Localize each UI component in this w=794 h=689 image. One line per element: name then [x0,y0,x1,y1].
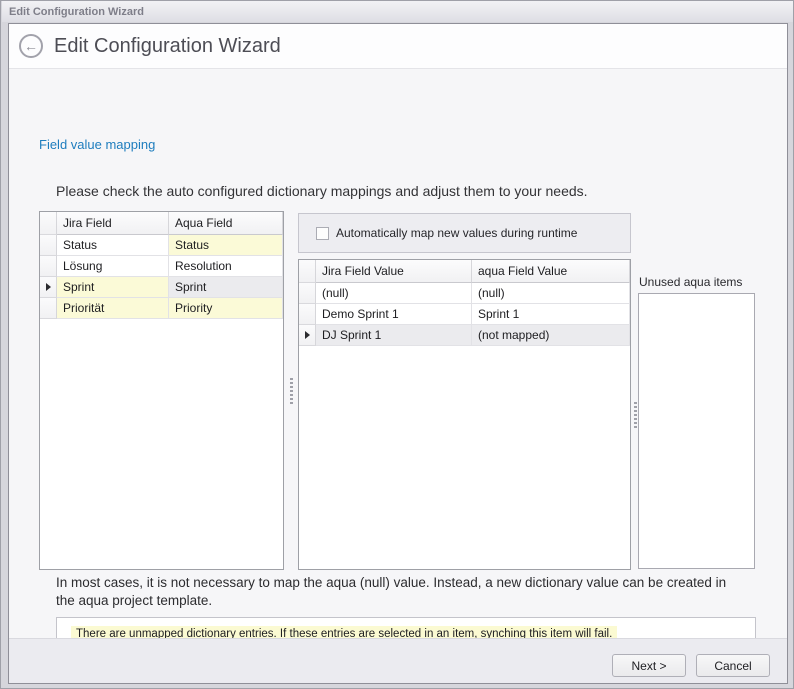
value-grid-header-row: Jira Field Value aqua Field Value [299,260,630,283]
table-row[interactable]: Status Status [40,235,283,256]
next-button[interactable]: Next > [612,654,686,677]
field-grid-header-row: Jira Field Aqua Field [40,212,283,235]
field-mapping-grid: Jira Field Aqua Field Status Status Lösu… [39,211,284,570]
cancel-button[interactable]: Cancel [696,654,770,677]
cell-aqua-field[interactable]: Resolution [169,256,283,277]
note-text: In most cases, it is not necessary to ma… [56,574,748,610]
cell-aqua-field-value[interactable]: Sprint 1 [472,304,630,325]
cell-aqua-field-value[interactable]: (null) [472,283,630,304]
cell-aqua-field[interactable]: Priority [169,298,283,319]
table-row[interactable]: Lösung Resolution [40,256,283,277]
current-row-arrow-icon [305,331,310,339]
back-button[interactable]: ← [19,34,43,58]
row-indicator [40,298,57,319]
column-header-jira-field[interactable]: Jira Field [57,212,169,235]
table-row[interactable]: DJ Sprint 1 (not mapped) [299,325,630,346]
vertical-splitter[interactable] [285,211,297,570]
row-indicator [40,235,57,256]
row-indicator [299,325,316,346]
section-title: Field value mapping [39,137,155,152]
splitter-grip-icon [634,402,637,428]
instruction-text: Please check the auto configured diction… [56,183,588,199]
wizard-footer: Next > Cancel [9,638,787,683]
cell-aqua-field[interactable]: Status [169,235,283,256]
wizard-content: Field value mapping Please check the aut… [9,69,787,638]
row-indicator [40,256,57,277]
column-header-jira-field-value[interactable]: Jira Field Value [316,260,472,283]
cell-jira-field-value[interactable]: (null) [316,283,472,304]
cell-jira-field-value[interactable]: DJ Sprint 1 [316,325,472,346]
left-arrow-icon: ← [24,38,38,54]
window-title: Edit Configuration Wizard [9,6,144,18]
column-header-aqua-field-value[interactable]: aqua Field Value [472,260,630,283]
cell-aqua-field-value[interactable]: (not mapped) [472,325,630,346]
splitter-grip-icon [290,378,293,404]
wizard-dialog: ← Edit Configuration Wizard Field value … [8,23,788,684]
value-mapping-grid: Jira Field Value aqua Field Value (null)… [298,259,631,570]
cell-aqua-field[interactable]: Sprint [169,277,283,298]
auto-map-checkbox-label[interactable]: Automatically map new values during runt… [336,226,577,240]
unused-aqua-items-label: Unused aqua items [639,275,742,289]
cell-jira-field[interactable]: Priorität [57,298,169,319]
titlebar[interactable]: Edit Configuration Wizard [2,1,793,22]
row-indicator [299,304,316,325]
table-row[interactable]: Priorität Priority [40,298,283,319]
table-row[interactable]: (null) (null) [299,283,630,304]
unused-aqua-items-list[interactable] [638,293,755,569]
current-row-arrow-icon [46,283,51,291]
row-indicator-header [40,212,57,235]
cell-jira-field-value[interactable]: Demo Sprint 1 [316,304,472,325]
table-row[interactable]: Sprint Sprint [40,277,283,298]
row-indicator [40,277,57,298]
row-indicator-header [299,260,316,283]
cell-jira-field[interactable]: Lösung [57,256,169,277]
runtime-mapping-panel: Automatically map new values during runt… [298,213,631,253]
cell-jira-field[interactable]: Sprint [57,277,169,298]
row-indicator [299,283,316,304]
table-row[interactable]: Demo Sprint 1 Sprint 1 [299,304,630,325]
wizard-header: ← Edit Configuration Wizard [9,24,787,69]
column-header-aqua-field[interactable]: Aqua Field [169,212,283,235]
page-title: Edit Configuration Wizard [54,35,281,58]
edit-configuration-wizard-window: Edit Configuration Wizard ← Edit Configu… [0,0,794,689]
cell-jira-field[interactable]: Status [57,235,169,256]
auto-map-checkbox[interactable] [316,227,329,240]
